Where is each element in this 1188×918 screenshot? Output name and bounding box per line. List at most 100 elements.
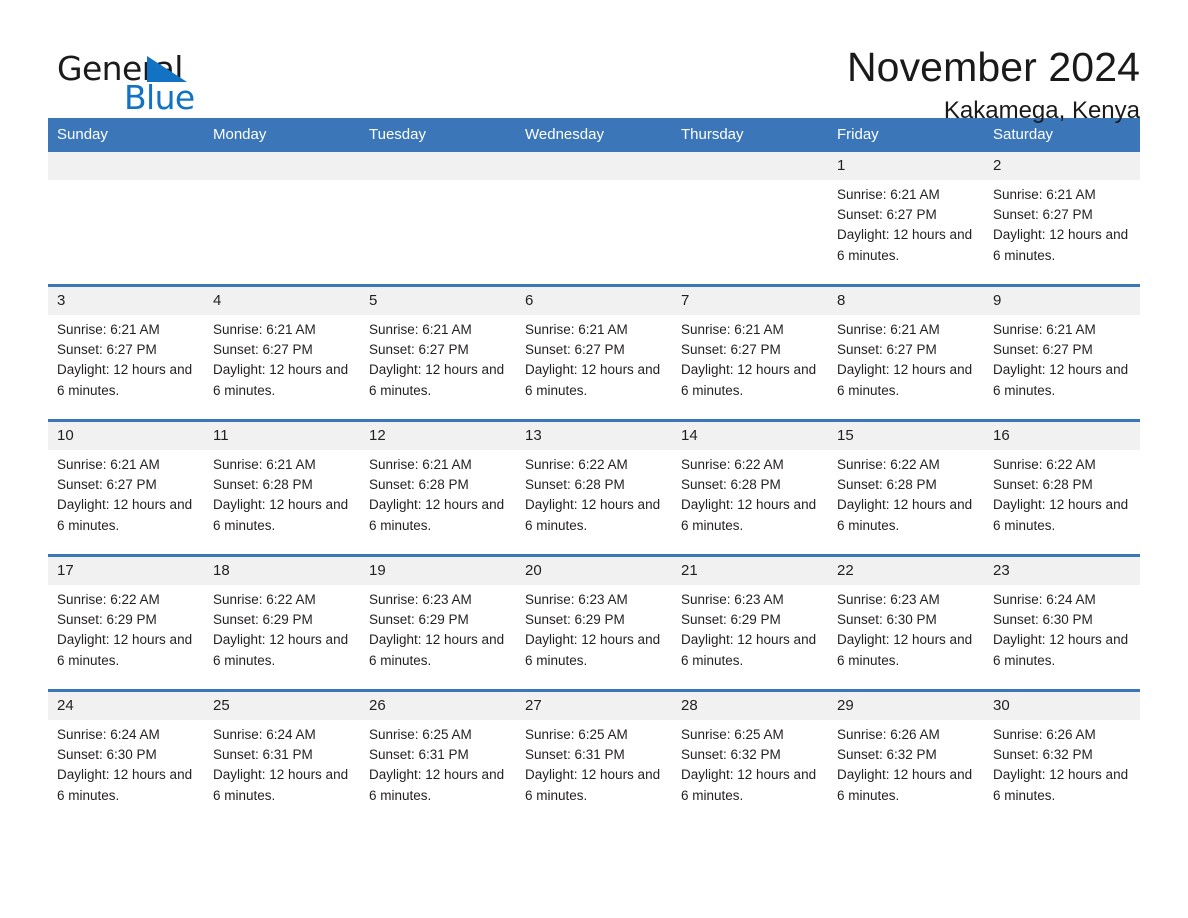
sunset-text: Sunset: 6:27 PM [837,342,937,358]
day-cell-content: 22 Sunrise: 6:23 AM Sunset: 6:30 PM Dayl… [828,557,984,689]
day-cell[interactable]: 6 Sunrise: 6:21 AM Sunset: 6:27 PM Dayli… [516,284,672,421]
day-cell[interactable]: 2 Sunrise: 6:21 AM Sunset: 6:27 PM Dayli… [984,152,1140,286]
day-info: Sunrise: 6:24 AM Sunset: 6:31 PM Dayligh… [204,720,360,806]
day-info: Sunrise: 6:23 AM Sunset: 6:29 PM Dayligh… [672,585,828,671]
day-number: 15 [828,422,984,450]
day-cell[interactable]: 4 Sunrise: 6:21 AM Sunset: 6:27 PM Dayli… [204,284,360,421]
day-cell[interactable]: 17 Sunrise: 6:22 AM Sunset: 6:29 PM Dayl… [48,554,204,691]
day-cell[interactable] [672,152,828,286]
sunrise-text: Sunrise: 6:21 AM [993,187,1096,202]
sunrise-text: Sunrise: 6:24 AM [213,727,316,742]
sunrise-sunset-calendar: Sunday Monday Tuesday Wednesday Thursday… [48,118,1140,824]
sunrise-text: Sunrise: 6:21 AM [369,322,472,337]
sunrise-text: Sunrise: 6:22 AM [213,592,316,607]
sunset-text: Sunset: 6:32 PM [837,747,937,763]
day-cell[interactable]: 22 Sunrise: 6:23 AM Sunset: 6:30 PM Dayl… [828,554,984,691]
day-cell[interactable] [204,152,360,286]
day-cell-content: 20 Sunrise: 6:23 AM Sunset: 6:29 PM Dayl… [516,557,672,689]
daylight-text: Daylight: 12 hours and 6 minutes. [837,362,973,398]
day-cell[interactable] [48,152,204,286]
day-cell[interactable] [360,152,516,286]
daylight-text: Daylight: 12 hours and 6 minutes. [525,497,661,533]
day-number: 7 [672,287,828,315]
sunrise-text: Sunrise: 6:21 AM [57,457,160,472]
day-number [360,152,516,180]
sunset-text: Sunset: 6:29 PM [681,612,781,628]
day-number: 27 [516,692,672,720]
sunset-text: Sunset: 6:27 PM [681,342,781,358]
sunrise-text: Sunrise: 6:22 AM [993,457,1096,472]
day-cell[interactable]: 13 Sunrise: 6:22 AM Sunset: 6:28 PM Dayl… [516,419,672,556]
day-cell[interactable]: 25 Sunrise: 6:24 AM Sunset: 6:31 PM Dayl… [204,689,360,824]
daylight-text: Daylight: 12 hours and 6 minutes. [681,632,817,668]
daylight-text: Daylight: 12 hours and 6 minutes. [213,632,349,668]
sunrise-text: Sunrise: 6:26 AM [837,727,940,742]
dow-header-tuesday: Tuesday [360,118,516,152]
day-cell[interactable]: 16 Sunrise: 6:22 AM Sunset: 6:28 PM Dayl… [984,419,1140,556]
day-cell[interactable]: 30 Sunrise: 6:26 AM Sunset: 6:32 PM Dayl… [984,689,1140,824]
day-cell[interactable]: 24 Sunrise: 6:24 AM Sunset: 6:30 PM Dayl… [48,689,204,824]
sunset-text: Sunset: 6:29 PM [525,612,625,628]
day-cell-content: 9 Sunrise: 6:21 AM Sunset: 6:27 PM Dayli… [984,287,1140,419]
day-number: 18 [204,557,360,585]
day-cell[interactable]: 28 Sunrise: 6:25 AM Sunset: 6:32 PM Dayl… [672,689,828,824]
day-number: 25 [204,692,360,720]
day-cell[interactable] [516,152,672,286]
day-cell[interactable]: 15 Sunrise: 6:22 AM Sunset: 6:28 PM Dayl… [828,419,984,556]
logo-text-blue: Blue [124,78,195,117]
sunset-text: Sunset: 6:28 PM [681,477,781,493]
day-cell-content: 4 Sunrise: 6:21 AM Sunset: 6:27 PM Dayli… [204,287,360,419]
sunset-text: Sunset: 6:27 PM [993,342,1093,358]
sunset-text: Sunset: 6:29 PM [369,612,469,628]
day-cell[interactable]: 21 Sunrise: 6:23 AM Sunset: 6:29 PM Dayl… [672,554,828,691]
daylight-text: Daylight: 12 hours and 6 minutes. [369,362,505,398]
sunrise-text: Sunrise: 6:21 AM [525,322,628,337]
day-cell[interactable]: 12 Sunrise: 6:21 AM Sunset: 6:28 PM Dayl… [360,419,516,556]
day-info: Sunrise: 6:21 AM Sunset: 6:27 PM Dayligh… [828,180,984,266]
day-cell-content: 12 Sunrise: 6:21 AM Sunset: 6:28 PM Dayl… [360,422,516,554]
day-cell-content: 7 Sunrise: 6:21 AM Sunset: 6:27 PM Dayli… [672,287,828,419]
day-cell-content: 2 Sunrise: 6:21 AM Sunset: 6:27 PM Dayli… [984,152,1140,284]
day-number: 29 [828,692,984,720]
sunset-text: Sunset: 6:32 PM [681,747,781,763]
day-cell[interactable]: 10 Sunrise: 6:21 AM Sunset: 6:27 PM Dayl… [48,419,204,556]
sunrise-text: Sunrise: 6:23 AM [525,592,628,607]
day-number: 1 [828,152,984,180]
sunrise-text: Sunrise: 6:24 AM [993,592,1096,607]
sunset-text: Sunset: 6:28 PM [213,477,313,493]
generalblue-logo[interactable]: General Blue [48,44,198,114]
sunset-text: Sunset: 6:27 PM [837,207,937,223]
day-cell[interactable]: 5 Sunrise: 6:21 AM Sunset: 6:27 PM Dayli… [360,284,516,421]
dow-header-thursday: Thursday [672,118,828,152]
day-cell[interactable]: 23 Sunrise: 6:24 AM Sunset: 6:30 PM Dayl… [984,554,1140,691]
day-number: 20 [516,557,672,585]
day-cell[interactable]: 20 Sunrise: 6:23 AM Sunset: 6:29 PM Dayl… [516,554,672,691]
daylight-text: Daylight: 12 hours and 6 minutes. [993,362,1129,398]
day-info: Sunrise: 6:22 AM Sunset: 6:29 PM Dayligh… [48,585,204,671]
day-cell[interactable]: 27 Sunrise: 6:25 AM Sunset: 6:31 PM Dayl… [516,689,672,824]
day-number: 13 [516,422,672,450]
sunrise-text: Sunrise: 6:22 AM [57,592,160,607]
day-number: 8 [828,287,984,315]
day-cell[interactable]: 7 Sunrise: 6:21 AM Sunset: 6:27 PM Dayli… [672,284,828,421]
daylight-text: Daylight: 12 hours and 6 minutes. [369,767,505,803]
sunset-text: Sunset: 6:29 PM [213,612,313,628]
sunrise-text: Sunrise: 6:25 AM [681,727,784,742]
day-cell[interactable]: 14 Sunrise: 6:22 AM Sunset: 6:28 PM Dayl… [672,419,828,556]
day-cell[interactable]: 9 Sunrise: 6:21 AM Sunset: 6:27 PM Dayli… [984,284,1140,421]
day-cell[interactable]: 19 Sunrise: 6:23 AM Sunset: 6:29 PM Dayl… [360,554,516,691]
daylight-text: Daylight: 12 hours and 6 minutes. [57,362,193,398]
day-cell[interactable]: 29 Sunrise: 6:26 AM Sunset: 6:32 PM Dayl… [828,689,984,824]
week-row: 17 Sunrise: 6:22 AM Sunset: 6:29 PM Dayl… [48,554,1140,691]
day-cell[interactable]: 11 Sunrise: 6:21 AM Sunset: 6:28 PM Dayl… [204,419,360,556]
day-cell[interactable]: 3 Sunrise: 6:21 AM Sunset: 6:27 PM Dayli… [48,284,204,421]
day-info: Sunrise: 6:25 AM Sunset: 6:31 PM Dayligh… [360,720,516,806]
day-cell[interactable]: 26 Sunrise: 6:25 AM Sunset: 6:31 PM Dayl… [360,689,516,824]
day-number: 30 [984,692,1140,720]
daylight-text: Daylight: 12 hours and 6 minutes. [525,362,661,398]
day-info: Sunrise: 6:21 AM Sunset: 6:27 PM Dayligh… [48,315,204,401]
day-cell[interactable]: 8 Sunrise: 6:21 AM Sunset: 6:27 PM Dayli… [828,284,984,421]
day-cell[interactable]: 1 Sunrise: 6:21 AM Sunset: 6:27 PM Dayli… [828,152,984,286]
day-info: Sunrise: 6:22 AM Sunset: 6:28 PM Dayligh… [672,450,828,536]
day-cell[interactable]: 18 Sunrise: 6:22 AM Sunset: 6:29 PM Dayl… [204,554,360,691]
